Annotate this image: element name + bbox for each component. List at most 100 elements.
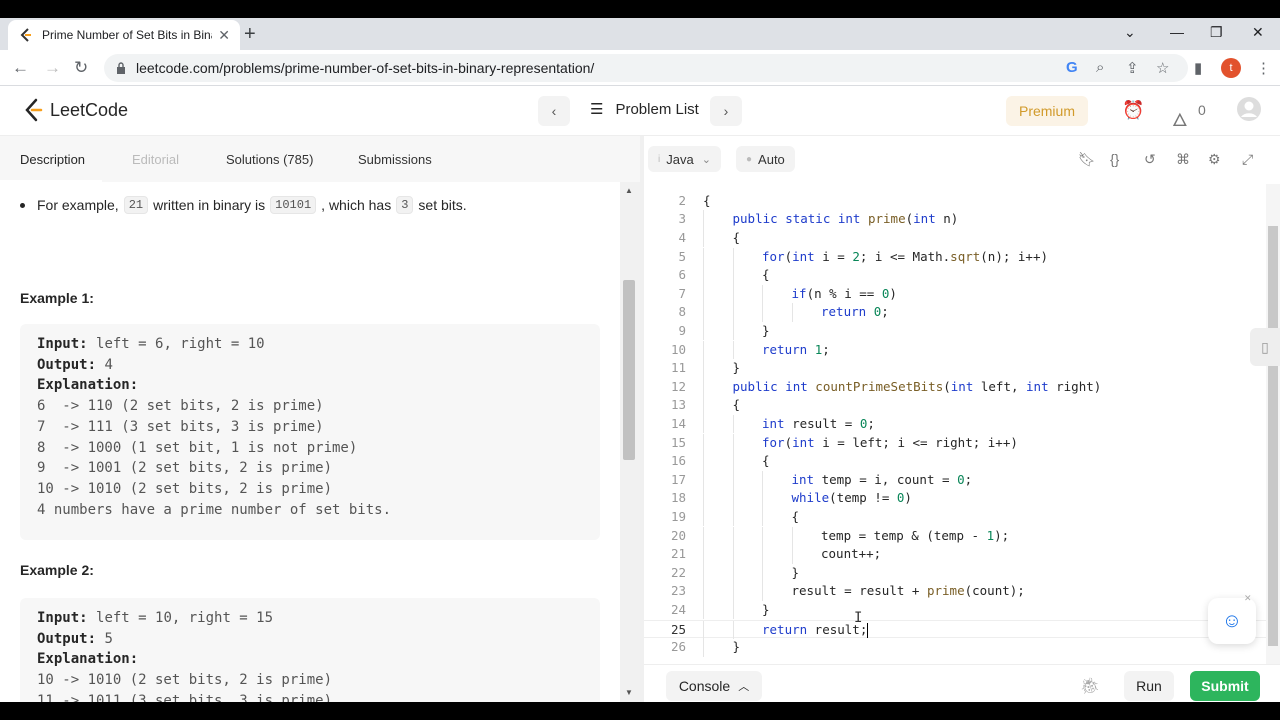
indent-guide [732,600,734,620]
scrollbar-thumb[interactable] [623,280,635,460]
text-cursor-icon: I [854,610,863,626]
scroll-up-icon[interactable]: ▲ [625,186,633,195]
code-text: { [732,229,741,245]
tab-editorial[interactable]: Editorial [132,152,179,167]
next-problem-button[interactable]: › [710,96,742,126]
code-line[interactable]: 15 for(int i = left; i <= right; i++) [644,433,1266,453]
fullscreen-icon[interactable]: ⤢ [1242,151,1253,168]
language-select[interactable]: i Java ⌄ [648,146,721,172]
google-icon[interactable]: G [1066,59,1078,76]
explanation-line: 8 -> 1000 (1 set bit, 1 is not prime) [37,439,358,456]
prev-problem-button[interactable]: ‹ [538,96,570,126]
debug-icon[interactable]: 🐞︎ [1080,676,1100,696]
fire-icon[interactable]: 🜂 [1172,100,1188,137]
code-line[interactable]: 12 public int countPrimeSetBits(int left,… [644,377,1266,397]
indent-guide [732,266,734,285]
new-tab-icon[interactable]: + [244,23,256,46]
code-line[interactable]: 10 return 1; [644,340,1266,360]
editor-toolbar: i Java ⌄ ● Auto 🔖︎ {} ↺ ⌘ ⚙ ⤢ [644,136,1280,182]
menu-dots-icon[interactable]: ⋮ [1256,59,1271,77]
alarm-icon[interactable]: ⏰ [1122,100,1144,121]
tab-solutions[interactable]: Solutions (785) [226,152,313,167]
code-line[interactable]: 11} [644,359,1266,378]
profile-avatar[interactable]: t [1221,58,1241,78]
code-line[interactable]: 16 { [644,452,1266,471]
console-button[interactable]: Console ︿ [666,671,762,701]
scroll-down-icon[interactable]: ▼ [625,688,633,697]
code-line[interactable]: 19 { [644,507,1266,527]
settings-gear-icon[interactable]: ⚙ [1208,151,1221,168]
code-line[interactable]: 14 int result = 0; [644,414,1266,434]
tab-submissions[interactable]: Submissions [358,152,432,167]
code-line[interactable]: 4{ [644,228,1266,248]
indent-guide [703,620,704,640]
forward-icon[interactable]: → [44,58,61,78]
tab-description[interactable]: Description [20,152,85,167]
code-line[interactable]: 18 while(temp != 0) [644,489,1266,508]
chat-bubble-icon[interactable]: ☺ [1208,598,1256,644]
browser-tab[interactable]: Prime Number of Set Bits in Bina ✕ [8,20,240,50]
leetcode-favicon-icon [20,28,31,42]
bookmark-icon[interactable]: 🔖︎ [1078,151,1096,168]
problem-list-button[interactable]: ☰ Problem List [590,100,699,119]
mode-select[interactable]: ● Auto [736,146,795,172]
indent-guide [762,526,763,546]
code-line[interactable]: 7 if(n % i == 0) [644,284,1266,304]
scrollbar-thumb[interactable] [1268,226,1278,646]
back-icon[interactable]: ← [12,58,29,78]
problem-list-label: Problem List [615,100,699,118]
code-editor[interactable]: 2{3 public static int prime(int n) 4{5 for(… [644,184,1266,664]
zoom-icon[interactable]: ⌕ [1096,59,1104,76]
restore-icon[interactable]: ❐ [1210,24,1223,41]
description-scrollbar[interactable]: ▲ ▼ [620,182,640,702]
code-line[interactable]: 9} [644,321,1266,341]
sidebar-icon[interactable]: ▮ [1194,59,1202,77]
code-line[interactable]: 17 int temp = i, count = 0; [644,470,1266,490]
code-line[interactable]: 20 temp = temp & (temp - 1); [644,526,1266,546]
code-line[interactable]: 2{ [644,192,1266,211]
line-number: 16 [670,453,686,469]
console-label: Console [678,678,731,694]
tab-search-icon[interactable]: ⌄ [1124,24,1136,41]
leetcode-logo[interactable]: LeetCode [24,98,128,122]
run-button[interactable]: Run [1124,671,1174,701]
submit-button[interactable]: Submit [1190,671,1260,701]
braces-icon[interactable]: {} [1110,151,1119,167]
code-line[interactable]: 25 return result; [644,619,1266,640]
mode-label: Auto [758,151,785,167]
line-number: 17 [670,471,686,487]
code-line[interactable]: 21 count++; [644,545,1266,564]
code-line[interactable]: 13 { [644,396,1266,415]
address-bar[interactable]: leetcode.com/problems/prime-number-of-se… [104,54,1188,82]
indent-guide [732,414,734,434]
code-line[interactable]: 22} [644,563,1266,583]
editor-scrollbar[interactable] [1266,184,1280,664]
indent-guide [703,396,704,415]
reload-icon[interactable]: ↻ [74,58,88,78]
code-line[interactable]: 26} [644,638,1266,657]
bookmark-star-icon[interactable]: ☆ [1156,59,1169,77]
close-chat-icon[interactable]: ✕ [1244,593,1252,604]
code-line[interactable]: 3 public static int prime(int n) [644,210,1266,229]
line-number: 12 [670,378,686,394]
close-window-icon[interactable]: ✕ [1252,24,1264,41]
command-icon[interactable]: ⌘ [1176,151,1190,168]
indent-guide [703,600,704,620]
indent-guide [732,321,734,341]
code-line[interactable]: 8 return 0; [644,303,1266,322]
user-avatar-icon[interactable] [1236,96,1262,127]
code-line[interactable]: 5 for(int i = 2; i <= Math.sqrt(n); i++) [644,247,1266,267]
code-line[interactable]: 23 result = result + prime(count); [644,582,1266,601]
reset-icon[interactable]: ↺ [1144,151,1156,168]
indent-guide [732,303,734,322]
minimize-icon[interactable]: — [1170,24,1184,40]
code-text: for(int i = left; i <= right; i++) [762,434,1018,450]
notes-tab-icon[interactable]: ▯ [1250,328,1280,366]
close-tab-icon[interactable]: ✕ [218,27,230,44]
premium-button[interactable]: Premium [1006,96,1088,126]
line-number: 14 [670,415,686,431]
code-line[interactable]: 6{ [644,266,1266,285]
output-label: Output: [37,356,97,373]
share-icon[interactable]: ⇪ [1126,59,1139,77]
code-line[interactable]: 24} [644,600,1266,620]
